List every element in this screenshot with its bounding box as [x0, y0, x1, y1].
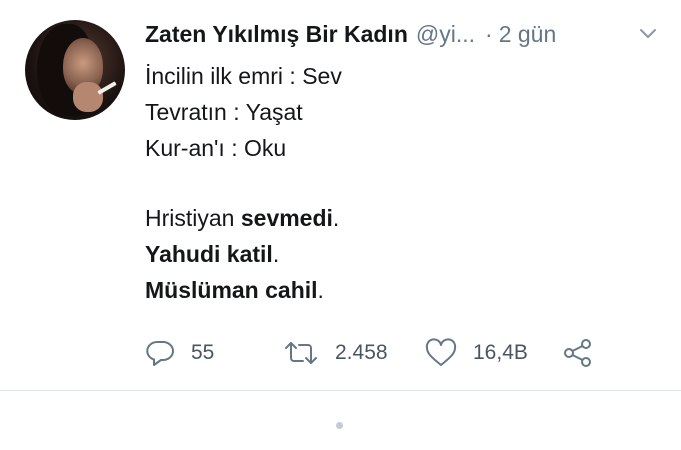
line6-bold: Müslüman cahil — [145, 277, 318, 303]
tweet-time[interactable]: 2 gün — [499, 21, 557, 48]
chevron-down-icon[interactable] — [640, 28, 656, 40]
page-indicator-dot — [336, 422, 343, 429]
retweet-icon — [285, 342, 317, 364]
line5-suffix: . — [272, 241, 280, 267]
line4-bold: sevmedi — [240, 205, 333, 231]
time-separator: · — [485, 20, 493, 47]
reply-button[interactable]: 55 — [145, 336, 214, 370]
reply-icon — [146, 341, 174, 366]
tweet-line-2: Tevratın : Yaşat — [145, 99, 303, 125]
tweet-line-5: Yahudi katil. — [145, 236, 645, 272]
retweet-count: 2.458 — [335, 341, 388, 364]
tweet[interactable]: Zaten Yıkılmış Bir Kadın @yi... · 2 gün … — [0, 0, 681, 390]
like-button[interactable]: 16,4B — [425, 336, 528, 370]
line4-prefix: Hristiyan — [145, 205, 241, 231]
heart-icon — [425, 338, 457, 366]
line4-suffix: . — [332, 205, 340, 231]
line6-suffix: . — [317, 277, 324, 303]
tweet-actions: 55 2.458 16,4B — [145, 336, 665, 370]
tweet-line-6: Müslüman cahil. — [145, 272, 645, 308]
author-handle[interactable]: @yi... — [416, 21, 475, 48]
tweet-header: Zaten Yıkılmış Bir Kadın @yi... · 2 gün — [145, 16, 665, 52]
author-name[interactable]: Zaten Yıkılmış Bir Kadın — [145, 21, 408, 48]
tweet-text: İncilin ilk emri : Sev Tevratın : Yaşat … — [145, 58, 645, 308]
reply-count: 55 — [191, 341, 215, 364]
avatar-hand — [73, 82, 103, 112]
avatar[interactable] — [25, 20, 125, 120]
share-button[interactable] — [563, 336, 593, 370]
tweet-line-4: Hristiyan sevmedi. — [145, 200, 645, 236]
share-icon — [564, 339, 591, 367]
line5-bold: Yahudi katil — [145, 241, 273, 267]
retweet-button[interactable]: 2.458 — [283, 336, 388, 370]
tweet-line-3: Kur-an'ı : Oku — [145, 135, 287, 161]
divider — [0, 390, 681, 391]
tweet-line-gap — [145, 166, 645, 200]
tweet-line-1: İncilin ilk emri : Sev — [145, 63, 342, 89]
like-count: 16,4B — [473, 341, 528, 364]
